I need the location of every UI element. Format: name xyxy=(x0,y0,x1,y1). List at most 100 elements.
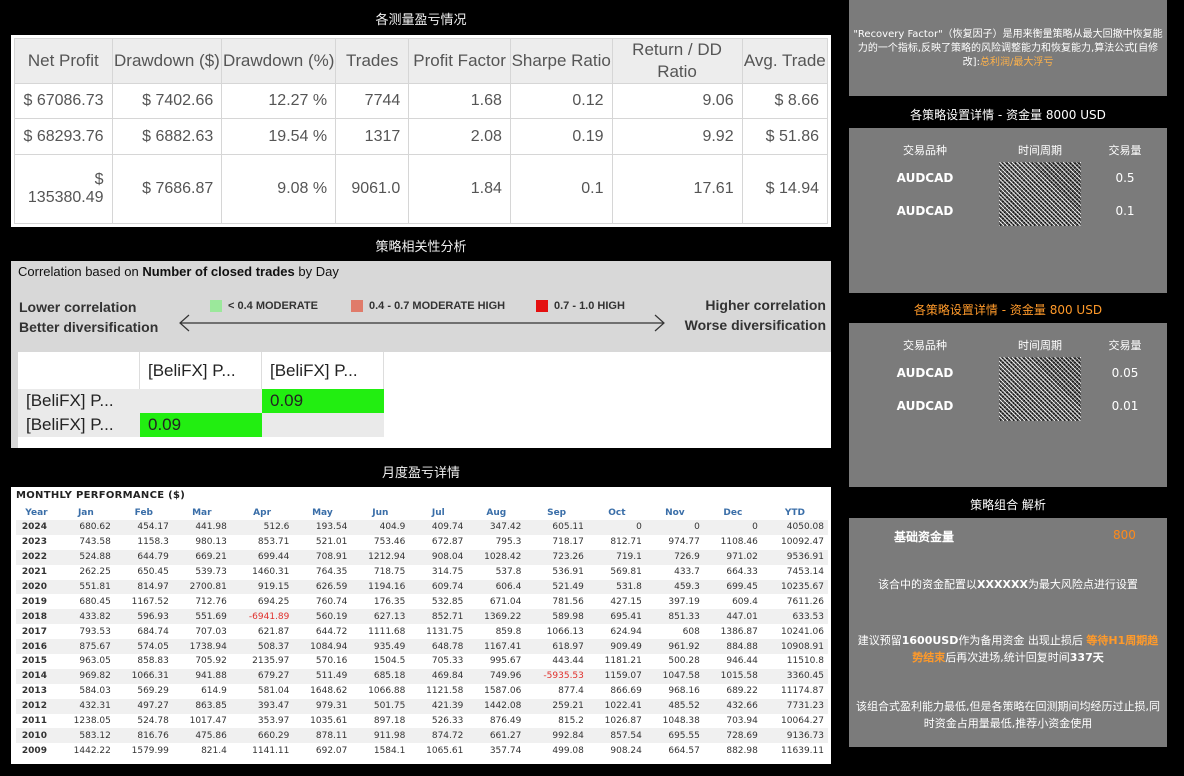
monthly-row: 2024 680.62 454.17 441.98 512.6 193.54 404.9 40… xyxy=(16,520,828,535)
monthly-value-cell: 1065.61 xyxy=(426,745,464,756)
monthly-value-cell: 719.1 xyxy=(587,549,646,565)
recovery-factor-formula: 总利润/最大浮亏 xyxy=(979,57,1054,68)
monthly-value-cell: 963.05 xyxy=(79,656,111,667)
monthly-value-cell: 624.94 xyxy=(610,626,642,637)
monthly-value-cell: 935.49 xyxy=(351,639,410,655)
monthly-value-cell: 650.45 xyxy=(137,567,169,578)
cell: 1.68 xyxy=(408,82,511,120)
monthly-value-cell: 10908.91 xyxy=(761,639,828,655)
cell: 2.08 xyxy=(408,118,511,155)
monthly-value-cell: 1167.52 xyxy=(131,596,169,607)
monthly-table-body: 2024 680.62 454.17 441.98 512.6 193.54 404.9 40… xyxy=(16,520,828,758)
monthly-value-cell: 609.74 xyxy=(409,579,468,595)
matrix-empty-cell xyxy=(140,389,262,413)
cell: $ 8.66 xyxy=(741,82,829,120)
monthly-value-cell: 1141.11 xyxy=(252,745,290,756)
monthly-value-cell: -6941.89 xyxy=(230,609,294,625)
monthly-value-cell: 1212.94 xyxy=(351,549,410,565)
monthly-value-cell: 961.92 xyxy=(645,639,704,655)
monthly-year-cell: 2016 xyxy=(16,639,57,655)
monthly-value-cell: 614.9 xyxy=(201,686,227,697)
monthly-value-cell: 743.58 xyxy=(79,537,111,548)
monthly-value-cell: 1022.41 xyxy=(587,698,646,714)
monthly-value-cell: 581.04 xyxy=(257,686,290,697)
legend-swatch-moderate-high xyxy=(351,300,363,312)
matrix-col-header[interactable]: [BeliFX] P... xyxy=(262,352,384,389)
monthly-value-cell: 884.88 xyxy=(703,639,762,655)
cell: 9061.0 xyxy=(335,153,410,225)
monthly-value-cell: 10064.27 xyxy=(781,716,824,727)
monthly-row: 2016 875.67 574.05 1738.94 508.37 1084.94 935.… xyxy=(16,639,828,655)
monthly-year-cell: 2013 xyxy=(21,686,47,697)
monthly-value-cell: 11510.8 xyxy=(786,656,824,667)
monthly-col-header: Aug xyxy=(486,508,507,518)
monthly-value-cell: 694.25 xyxy=(257,596,290,607)
matrix-row-header[interactable]: [BeliFX] P... xyxy=(18,389,140,413)
monthly-year-cell: 2014 xyxy=(16,668,57,684)
monthly-value-cell: 680.45 xyxy=(79,596,111,607)
monthly-row: 2017 793.53 684.74 707.03 621.87 644.72 1111.6… xyxy=(16,624,828,639)
monthly-row: 2011 1238.05 524.78 1017.47 353.97 1035.61 897… xyxy=(16,714,828,729)
monthly-value-cell: 262.25 xyxy=(79,567,111,578)
monthly-value-cell: 669.21 xyxy=(172,549,231,565)
monthly-value-cell: 1035.61 xyxy=(310,716,348,727)
monthly-value-cell: 521.49 xyxy=(525,579,588,595)
monthly-value-cell: 570.16 xyxy=(315,656,348,667)
monthly-value-cell: 680.62 xyxy=(56,520,115,535)
header-drawdown-pct: Drawdown (%) xyxy=(221,38,337,84)
monthly-value-cell: 0 xyxy=(703,520,762,535)
monthly-value-cell: 526.33 xyxy=(431,716,464,727)
cell: 7744 xyxy=(335,82,410,120)
monthly-value-cell: 357.74 xyxy=(489,745,522,756)
monthly-value-cell: 2700.81 xyxy=(172,579,231,595)
cell: 9.06 xyxy=(611,82,743,120)
monthly-value-cell: 812.71 xyxy=(610,537,642,548)
monthly-value-cell: 459.3 xyxy=(645,579,704,595)
settings-volume: 0.01 xyxy=(1111,399,1139,413)
monthly-value-cell: 433.7 xyxy=(674,567,700,578)
settings-header-symbol: 交易品种 xyxy=(903,339,947,352)
monthly-value-cell: 454.17 xyxy=(114,520,173,535)
monthly-value-cell: 605.11 xyxy=(525,520,588,535)
monthly-value-cell: 644.72 xyxy=(315,626,348,637)
monthly-value-cell: 347.42 xyxy=(467,520,526,535)
monthly-col-header: Mar xyxy=(192,508,212,518)
monthly-value-cell: 1066.31 xyxy=(114,668,173,684)
monthly-value-cell: 814.97 xyxy=(114,579,173,595)
legend-swatch-moderate xyxy=(210,300,222,312)
cell: $ 7686.87 xyxy=(111,153,223,225)
matrix-row-header[interactable]: [BeliFX] P... xyxy=(18,413,140,437)
monthly-performance-title: MONTHLY PERFORMANCE ($) xyxy=(16,490,186,501)
matrix-col-header[interactable]: [BeliFX] P... xyxy=(140,352,262,389)
monthly-value-cell: 671.04 xyxy=(489,596,522,607)
monthly-year-cell: 2020 xyxy=(16,579,57,595)
monthly-year-cell: 2015 xyxy=(21,656,47,667)
monthly-value-cell: 679.27 xyxy=(230,668,294,684)
monthly-value-cell: 427.15 xyxy=(610,596,642,607)
monthly-value-cell: 859.8 xyxy=(495,626,522,637)
monthly-value-cell: 723.26 xyxy=(525,549,588,565)
monthly-value-cell: 908.24 xyxy=(610,745,642,756)
header-net-profit: Net Profit xyxy=(14,38,113,84)
monthly-value-cell: 10235.67 xyxy=(761,579,828,595)
correlation-title-prefix: Correlation based on xyxy=(18,264,143,279)
combo-line2-bold: 1600USD xyxy=(901,634,959,647)
monthly-value-cell: 971.02 xyxy=(703,549,762,565)
correlation-title: Correlation based on Number of closed tr… xyxy=(18,264,339,279)
monthly-value-cell: 866.69 xyxy=(610,686,642,697)
monthly-value-cell: 1504.5 xyxy=(373,656,406,667)
monthly-value-cell: 1111.68 xyxy=(368,626,406,637)
monthly-col-header: Feb xyxy=(134,508,154,518)
monthly-value-cell: 1584.1 xyxy=(373,745,406,756)
combo-line2-mid: 作为备用资金 出现止损后 xyxy=(958,634,1087,647)
monthly-value-cell: 712.76 xyxy=(195,596,227,607)
monthly-value-cell: 728.69 xyxy=(703,728,762,744)
monthly-value-cell: 974.77 xyxy=(668,537,700,548)
cell: $ 68293.76 xyxy=(14,118,113,155)
monthly-value-cell: 1017.47 xyxy=(189,716,227,727)
monthly-value-cell: 409.74 xyxy=(409,520,468,535)
monthly-col-header: Dec xyxy=(723,508,743,518)
monthly-value-cell: 1442.08 xyxy=(467,698,526,714)
monthly-year-cell: 2021 xyxy=(21,567,47,578)
monthly-value-cell: 11174.87 xyxy=(781,686,824,697)
